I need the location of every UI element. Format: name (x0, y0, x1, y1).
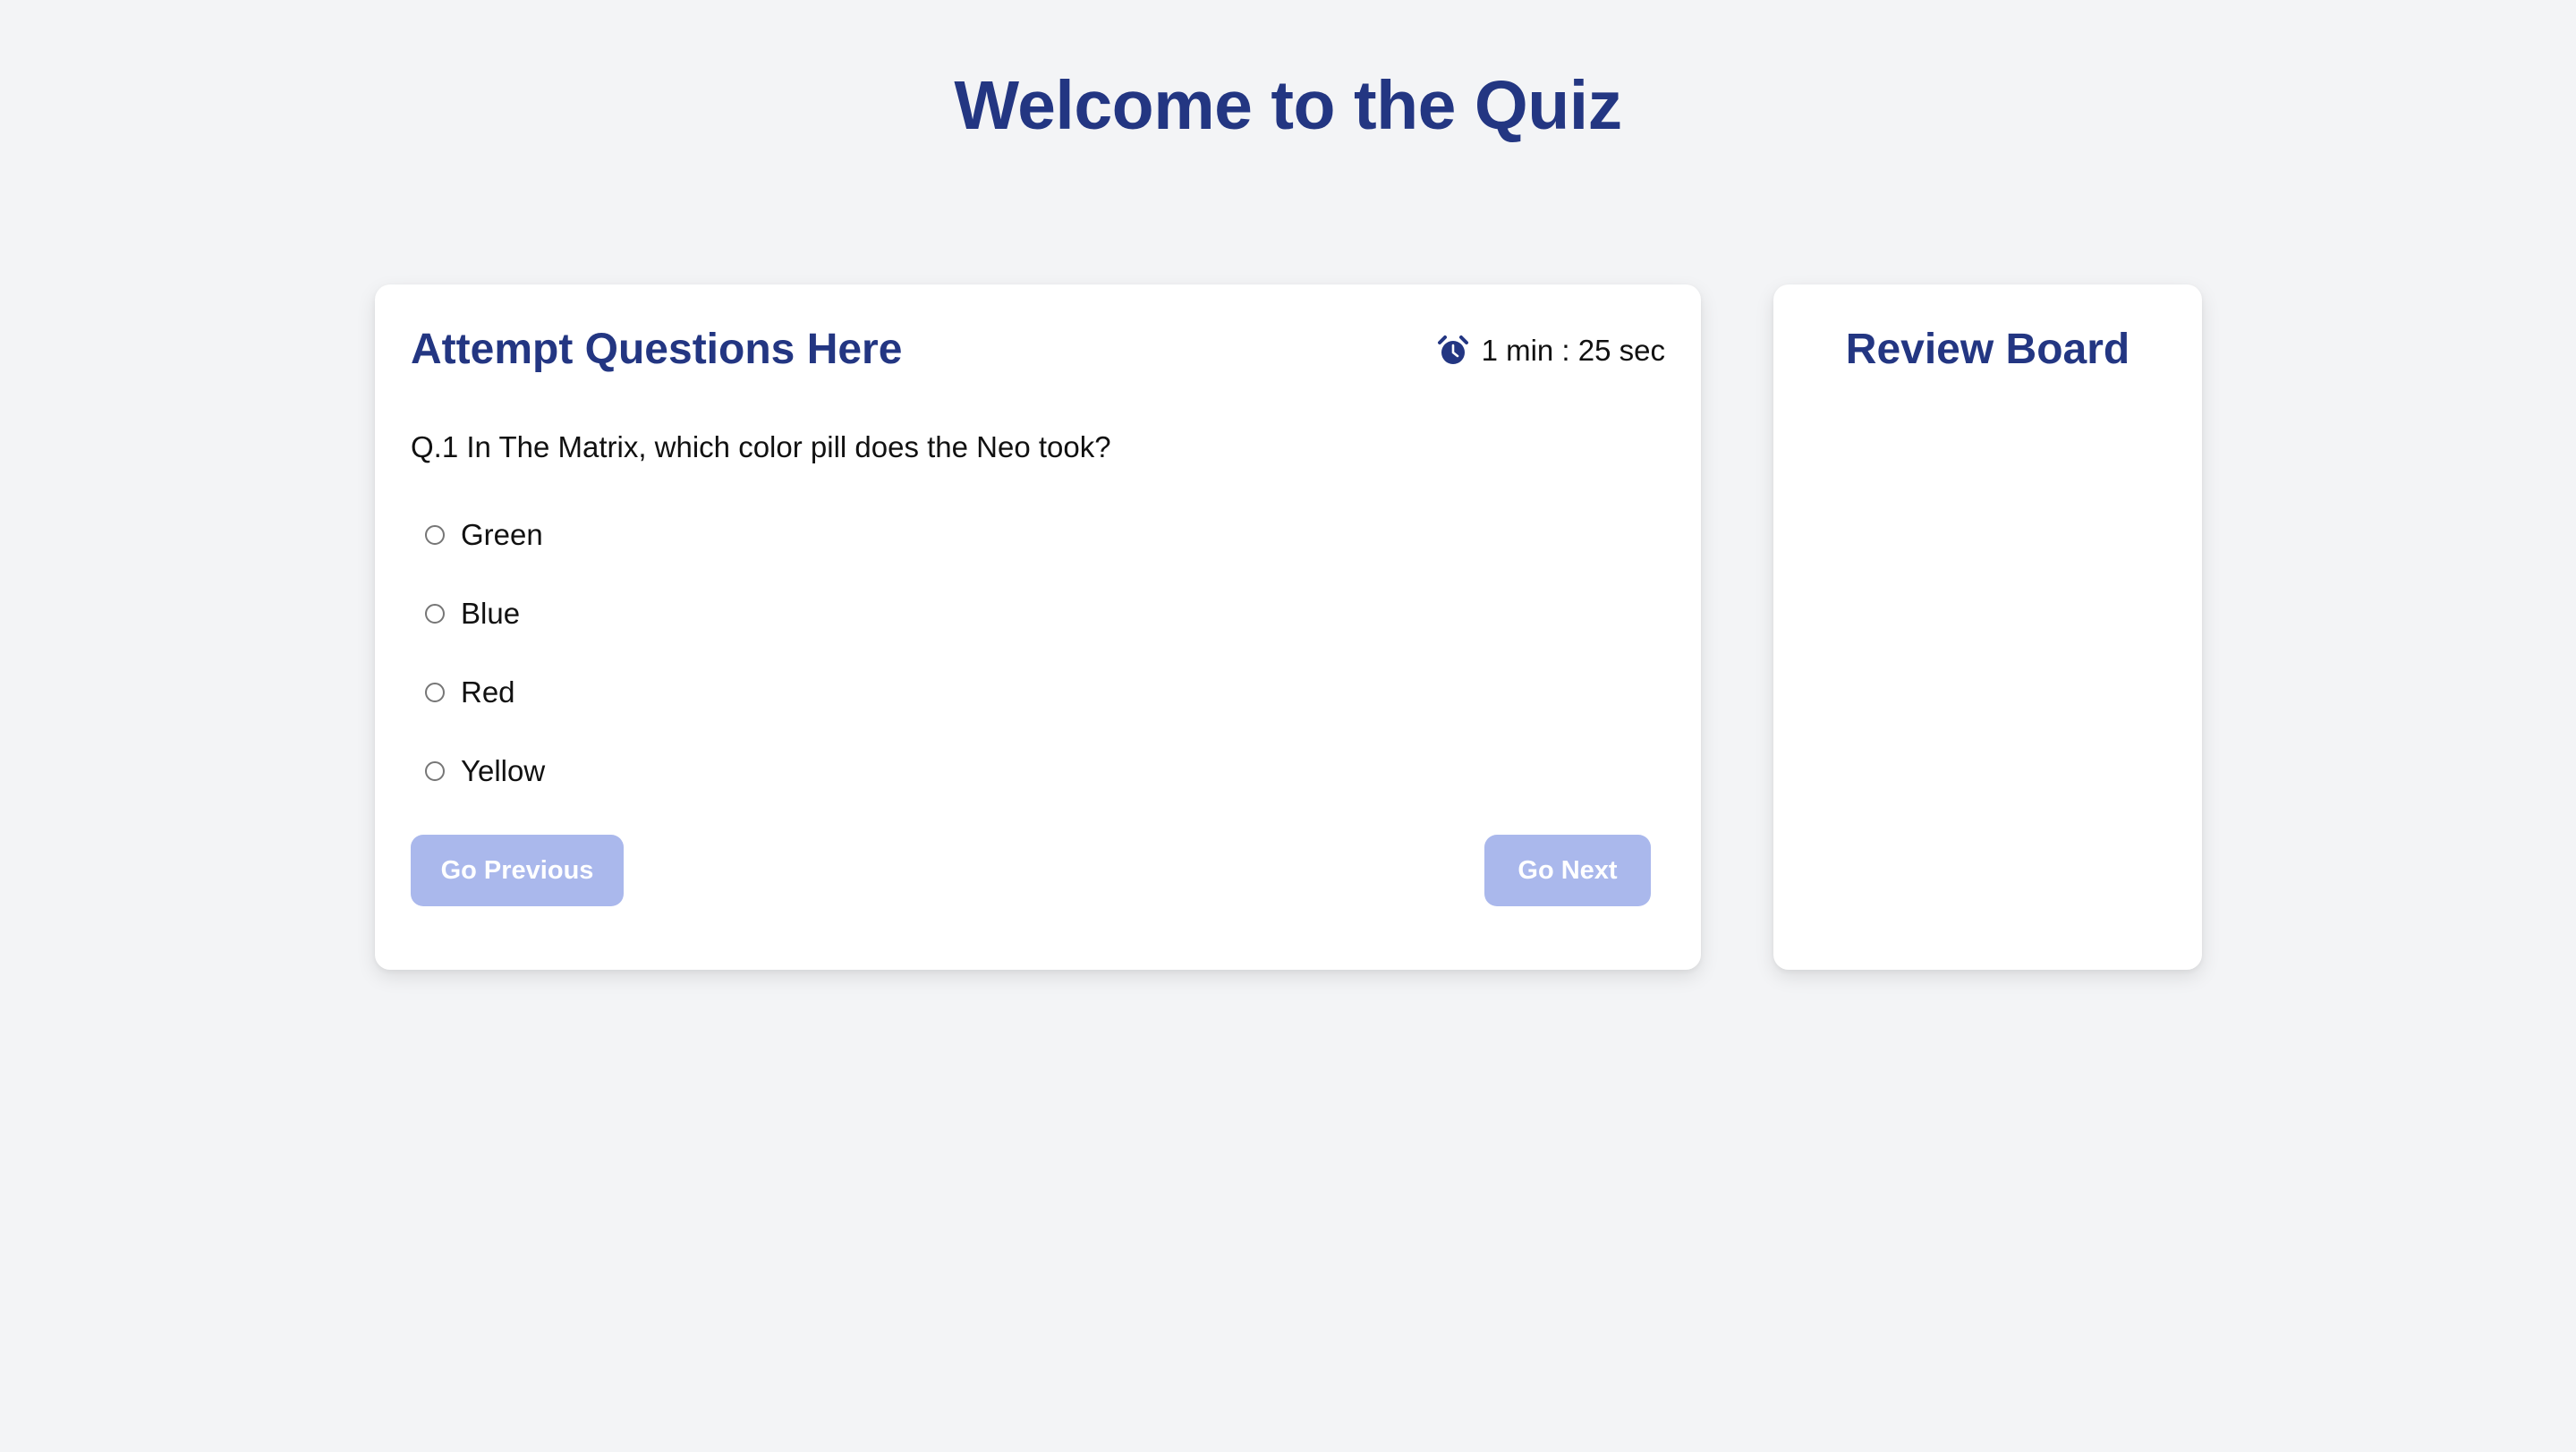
option-label: Red (461, 675, 515, 709)
radio-button[interactable] (425, 683, 445, 702)
go-previous-button[interactable]: Go Previous (411, 835, 624, 906)
quiz-card-title: Attempt Questions Here (411, 326, 903, 373)
option-blue[interactable]: Blue (425, 594, 545, 633)
review-board-title: Review Board (1845, 326, 2130, 373)
alarm-clock-icon (1437, 335, 1469, 367)
question-text: Q.1 In The Matrix, which color pill does… (411, 430, 1111, 463)
radio-button[interactable] (425, 761, 445, 781)
radio-button[interactable] (425, 525, 445, 545)
option-red[interactable]: Red (425, 673, 545, 712)
option-label: Green (461, 518, 543, 551)
review-board-card: Review Board (1773, 284, 2202, 970)
option-green[interactable]: Green (425, 515, 545, 555)
answer-options: Green Blue Red Yellow (425, 515, 545, 830)
option-label: Yellow (461, 754, 546, 787)
page-title: Welcome to the Quiz (954, 67, 1622, 144)
quiz-card: Attempt Questions Here 1 min : 25 sec Q.… (375, 284, 1701, 970)
radio-button[interactable] (425, 604, 445, 624)
option-label: Blue (461, 597, 521, 630)
timer-text: 1 min : 25 sec (1481, 334, 1665, 367)
go-next-button[interactable]: Go Next (1484, 835, 1651, 906)
option-yellow[interactable]: Yellow (425, 751, 545, 791)
countdown-timer: 1 min : 25 sec (1437, 331, 1665, 370)
